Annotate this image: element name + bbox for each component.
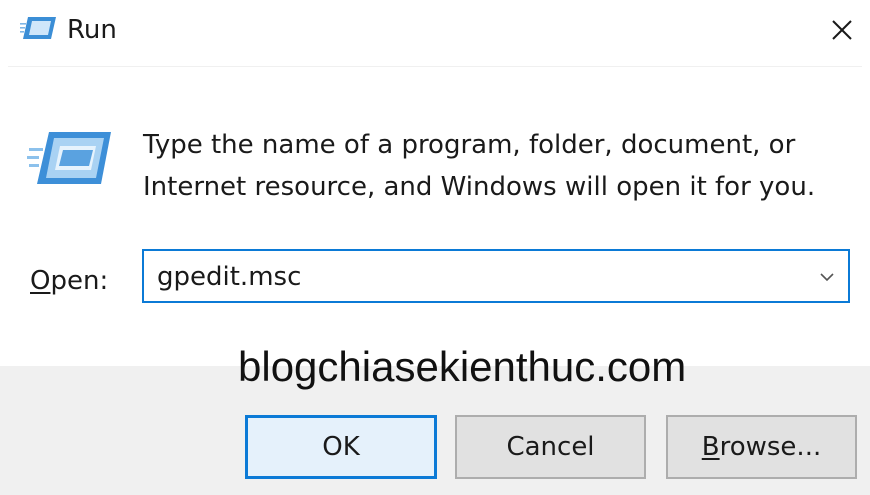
run-program-icon (27, 132, 111, 184)
close-button[interactable] (818, 6, 866, 54)
run-icon (20, 17, 56, 39)
run-description: Type the name of a program, folder, docu… (143, 124, 863, 208)
open-label-rest: pen: (50, 266, 109, 296)
ok-button[interactable]: OK (245, 415, 437, 479)
open-input[interactable]: gpedit.msc (157, 261, 301, 293)
cancel-button[interactable]: Cancel (455, 415, 646, 479)
title-bar: Run (0, 0, 870, 62)
browse-button[interactable]: Browse... (666, 415, 857, 479)
open-access-key: O (30, 266, 51, 296)
title-separator (8, 66, 862, 67)
chevron-down-icon[interactable] (818, 268, 836, 286)
description-line-2: Internet resource, and Windows will open… (143, 172, 816, 202)
open-combobox[interactable]: gpedit.msc (142, 249, 850, 303)
browse-access-key: B (701, 432, 720, 462)
watermark-text: blogchiasekienthuc.com (238, 343, 687, 390)
close-icon (832, 20, 852, 40)
description-line-1: Type the name of a program, folder, docu… (143, 130, 796, 160)
open-label: Open: (30, 264, 108, 298)
browse-label-rest: rowse... (719, 432, 822, 462)
window-title: Run (67, 15, 117, 45)
